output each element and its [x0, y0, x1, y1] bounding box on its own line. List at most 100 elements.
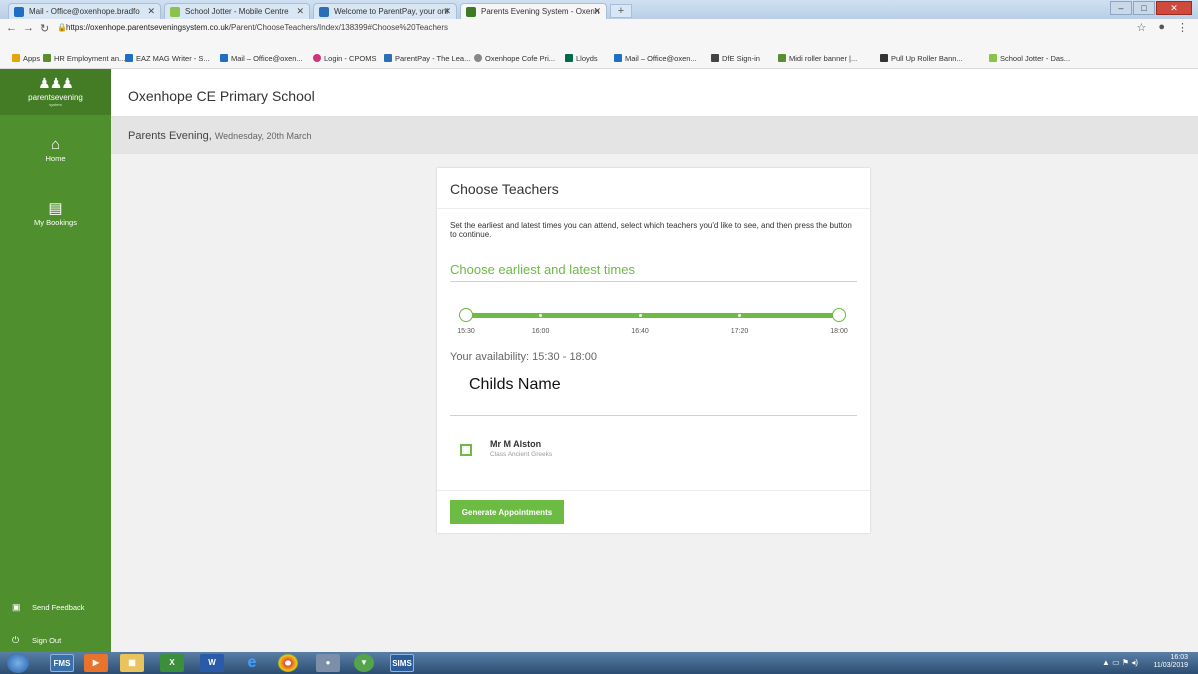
- bookmark-icon: [125, 54, 133, 62]
- parents-evening-icon: [466, 7, 476, 17]
- generate-appointments-button[interactable]: Generate Appointments: [450, 500, 564, 524]
- outlook-icon: [220, 54, 228, 62]
- sign-out-button[interactable]: ⏻ Sign Out: [12, 635, 61, 646]
- send-feedback-button[interactable]: ▣ Send Feedback: [12, 602, 85, 613]
- people-icon: ♟♟♟: [38, 75, 74, 91]
- sidebar-item-my-bookings[interactable]: ▤ My Bookings: [0, 200, 111, 227]
- top-header: Oxenhope CE Primary School: [111, 69, 1198, 117]
- maximize-button[interactable]: □: [1133, 1, 1155, 15]
- media-player-icon[interactable]: ▶: [84, 654, 108, 672]
- close-tab-icon[interactable]: ✕: [593, 6, 601, 17]
- slider-track[interactable]: [466, 313, 839, 318]
- event-bar: Parents Evening, Wednesday, 20th March: [111, 117, 1198, 154]
- event-name: Parents Evening,: [128, 130, 212, 142]
- bookmark-label: School Jotter - Das...: [1000, 54, 1071, 63]
- bookmark-school-jotter[interactable]: School Jotter - Das...: [989, 54, 1070, 63]
- bookmark-label: Apps: [23, 54, 41, 63]
- slider-tick-dot: [638, 314, 642, 317]
- power-icon: ⏻: [12, 635, 20, 645]
- bookmark-label: Pull Up Roller Bann...: [891, 54, 963, 63]
- slider-tick-label: 16:00: [531, 328, 550, 335]
- event-date: Wednesday, 20th March: [214, 131, 312, 141]
- chrome-icon[interactable]: [278, 654, 298, 672]
- teacher-class: Class Ancient Greeks: [490, 451, 553, 458]
- choose-teachers-card: Choose Teachers Set the earliest and lat…: [437, 168, 870, 533]
- clock-date: 11/03/2019: [1153, 662, 1188, 669]
- school-jotter-icon: [989, 54, 997, 62]
- reload-icon[interactable]: ↻: [40, 22, 49, 35]
- bookmark-icon: [43, 54, 51, 62]
- slider-tick-label: 18:00: [830, 328, 848, 335]
- window-controls: – □ ✕: [1110, 1, 1192, 15]
- word-icon[interactable]: W: [200, 654, 224, 672]
- apps-grid-icon: [12, 54, 20, 62]
- parentsevening-logo[interactable]: ♟♟♟ parentsevening system: [0, 69, 111, 115]
- bookmark-parentpay[interactable]: ParentPay - The Lea...: [384, 54, 470, 63]
- divider: [437, 208, 870, 209]
- bookmark-hr-employment[interactable]: HR Employment an...: [43, 54, 125, 63]
- bookmark-cpoms[interactable]: Login - CPOMS: [313, 54, 377, 63]
- close-window-button[interactable]: ✕: [1156, 1, 1192, 15]
- internet-explorer-icon[interactable]: e: [240, 654, 264, 672]
- school-name: Oxenhope CE Primary School: [128, 88, 315, 104]
- tab-label: School Jotter - Mobile Centre: [185, 7, 289, 16]
- forward-arrow-icon[interactable]: →: [23, 22, 34, 34]
- close-tab-icon[interactable]: ✕: [443, 6, 451, 17]
- browser-tab-parents-evening[interactable]: Parents Evening System - Oxenh ✕: [460, 3, 607, 19]
- sidebar-item-label: Home: [45, 154, 66, 163]
- availability-text: Your availability: 15:30 - 18:00: [450, 351, 597, 363]
- slider-tick-label: 17:20: [730, 328, 749, 335]
- divider: [450, 281, 857, 282]
- bookmark-midi-banner[interactable]: Midi roller banner |...: [778, 54, 857, 63]
- app-icon[interactable]: ●: [316, 654, 340, 672]
- bookmark-label: Lloyds: [576, 54, 598, 63]
- close-tab-icon[interactable]: ✕: [296, 6, 304, 17]
- bookmark-lloyds[interactable]: Lloyds: [565, 54, 598, 63]
- bookmark-eaz-mag[interactable]: EAZ MAG Writer - S...: [125, 54, 210, 63]
- file-explorer-icon[interactable]: ▦: [120, 654, 144, 672]
- system-tray-icons[interactable]: ▲ ▭ ⚑ ◂): [1102, 658, 1138, 667]
- bookmark-oxenhope[interactable]: Oxenhope Cofe Pri...: [474, 54, 555, 63]
- bookmark-mail-2[interactable]: Mail – Office@oxen...: [614, 54, 697, 63]
- url-field[interactable]: https://oxenhope.parentseveningsystem.co…: [66, 23, 448, 32]
- bookmark-label: Midi roller banner |...: [789, 54, 858, 63]
- bookmark-label: Login - CPOMS: [324, 54, 377, 63]
- slider-end-handle[interactable]: [832, 308, 846, 322]
- tab-label: Welcome to ParentPay, your onl: [334, 7, 448, 16]
- divider: [437, 490, 870, 491]
- teacher-name[interactable]: Mr M Alston: [490, 439, 541, 449]
- bookmark-pull-up-banner[interactable]: Pull Up Roller Bann...: [880, 54, 963, 63]
- send-feedback-label: Send Feedback: [32, 603, 85, 612]
- sidebar-item-home[interactable]: ⌂ Home: [0, 136, 111, 163]
- teacher-checkbox[interactable]: [460, 444, 472, 456]
- windows-start-icon[interactable]: [7, 653, 29, 673]
- menu-icon[interactable]: ⋮: [1177, 21, 1188, 34]
- browser-tab-parentpay[interactable]: Welcome to ParentPay, your onl ✕: [313, 3, 457, 19]
- bookmark-dfe-signin[interactable]: DfE Sign-in: [711, 54, 760, 63]
- url-host: https://oxenhope.parentseveningsystem.co…: [66, 23, 229, 32]
- taskbar-fms[interactable]: FMS: [50, 654, 74, 672]
- minimize-button[interactable]: –: [1110, 1, 1132, 15]
- bookmark-apps[interactable]: Apps: [12, 54, 40, 63]
- school-jotter-icon: [170, 7, 180, 17]
- bookmarks-bar: Apps HR Employment an... EAZ MAG Writer …: [0, 37, 1198, 69]
- new-tab-button[interactable]: +: [610, 4, 632, 18]
- bookmark-label: Mail – Office@oxen...: [625, 54, 697, 63]
- clock[interactable]: 16:03 11/03/2019: [1153, 654, 1188, 670]
- app-icon[interactable]: ▼: [354, 654, 374, 672]
- slider-tick-label: 16:40: [631, 328, 649, 335]
- sidebar: ♟♟♟ parentsevening system ⌂ Home ▤ My Bo…: [0, 69, 111, 652]
- browser-tab-mail[interactable]: Mail - Office@oxenhope.bradfo ✕: [8, 3, 161, 19]
- bookmark-mail[interactable]: Mail – Office@oxen...: [220, 54, 303, 63]
- profile-icon[interactable]: ●: [1158, 21, 1165, 34]
- star-icon[interactable]: ☆: [1136, 21, 1146, 34]
- back-arrow-icon[interactable]: ←: [6, 22, 17, 34]
- slider-start-handle[interactable]: [459, 308, 473, 322]
- bookmark-label: Mail – Office@oxen...: [231, 54, 303, 63]
- bookmark-label: ParentPay - The Lea...: [395, 54, 471, 63]
- taskbar-sims[interactable]: SIMS: [390, 654, 414, 672]
- dfe-icon: [711, 54, 719, 62]
- browser-tab-school-jotter[interactable]: School Jotter - Mobile Centre ✕: [164, 3, 310, 19]
- excel-icon[interactable]: X: [160, 654, 184, 672]
- close-tab-icon[interactable]: ✕: [147, 6, 155, 17]
